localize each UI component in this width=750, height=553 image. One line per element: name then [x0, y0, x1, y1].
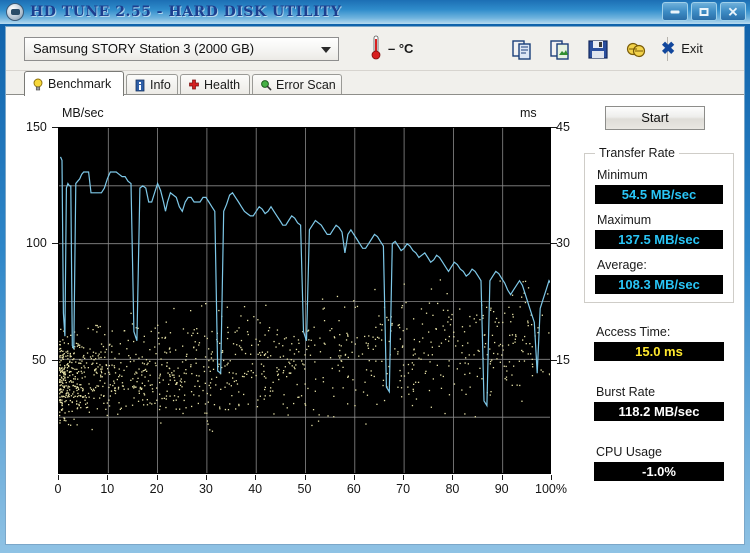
access-time-block: Access Time: 15.0 ms: [594, 325, 724, 370]
y-tick-left-100: 100: [26, 236, 47, 250]
plot-canvas: [58, 127, 551, 474]
temperature-display: – °C: [366, 35, 446, 63]
tab-benchmark[interactable]: Benchmark: [24, 71, 124, 96]
x-tick-label-10: 10: [100, 482, 115, 496]
tab-info[interactable]: Info: [126, 74, 178, 95]
copy-image-icon[interactable]: [549, 38, 571, 60]
close-button[interactable]: ✕: [720, 2, 746, 21]
drive-select-value: Samsung STORY Station 3 (2000 GB): [33, 41, 255, 56]
transfer-rate-title: Transfer Rate: [595, 146, 679, 160]
burst-rate-value: 118.2 MB/sec: [594, 402, 724, 421]
drive-select[interactable]: Samsung STORY Station 3 (2000 GB): [24, 37, 339, 61]
x-tickmark-70: [403, 475, 405, 480]
x-tick-label-100: 100%: [535, 482, 567, 496]
tab-health[interactable]: Health: [180, 74, 250, 95]
thermometer-icon: [371, 35, 381, 60]
close-x-icon: ✖: [661, 38, 676, 58]
x-tick-label-90: 90: [494, 482, 509, 496]
maximum-label: Maximum: [597, 213, 652, 227]
tab-error-scan-label: Error Scan: [276, 78, 336, 92]
x-tick-label-80: 80: [445, 482, 460, 496]
x-tickmark-90: [501, 475, 503, 480]
x-tickmark-10: [107, 475, 109, 480]
tab-benchmark-label: Benchmark: [48, 77, 112, 91]
transfer-rate-group: Transfer Rate Minimum 54.5 MB/sec Maximu…: [584, 146, 734, 303]
info-icon: [135, 79, 145, 91]
burst-rate-block: Burst Rate 118.2 MB/sec: [594, 385, 724, 430]
temperature-value: – °C: [388, 41, 414, 56]
title-bar: HD TUNE 2.55 - HARD DISK UTILITY ✕: [0, 0, 750, 24]
globe-icon[interactable]: [625, 38, 647, 60]
y-tick-left-150: 150: [26, 120, 47, 134]
magnifier-icon: [261, 79, 272, 90]
x-tick-label-0: 0: [54, 482, 62, 496]
toolbar: Samsung STORY Station 3 (2000 GB) – °C ✖…: [6, 27, 744, 71]
y-tick-left-50: 50: [32, 353, 46, 367]
save-icon[interactable]: [587, 38, 609, 60]
x-tickmark-80: [452, 475, 454, 480]
app-icon: [6, 3, 24, 21]
x-tickmark-100: [551, 475, 552, 480]
x-tickmark-20: [156, 475, 158, 480]
copy-icon[interactable]: [511, 38, 533, 60]
tab-bar: Benchmark Info Health Error Scan: [6, 71, 744, 96]
x-tick-label-20: 20: [149, 482, 164, 496]
y-axis-label-right: ms: [520, 106, 537, 120]
x-tickmark-50: [304, 475, 306, 480]
y-tickmark-right-45: [551, 127, 557, 128]
client-area: Samsung STORY Station 3 (2000 GB) – °C ✖…: [5, 26, 745, 545]
benchmark-panel: MB/sec ms 150 100 50 45 30 15 0 10 20 30…: [6, 95, 744, 544]
y-axis-label-left: MB/sec: [62, 106, 104, 120]
start-button[interactable]: Start: [605, 106, 705, 130]
access-time-value: 15.0 ms: [594, 342, 724, 361]
plot-svg: [59, 128, 550, 473]
health-cross-icon: [189, 79, 199, 89]
x-tick-label-30: 30: [198, 482, 213, 496]
benchmark-chart: MB/sec ms 150 100 50 45 30 15 0 10 20 30…: [18, 101, 570, 531]
tab-health-label: Health: [204, 78, 241, 92]
minimum-value: 54.5 MB/sec: [595, 185, 723, 204]
y-tick-right-15: 15: [556, 353, 570, 367]
maximum-value: 137.5 MB/sec: [595, 230, 723, 249]
y-tick-right-45: 45: [556, 120, 570, 134]
cpu-usage-value: -1.0%: [594, 462, 724, 481]
maximize-button[interactable]: [691, 2, 717, 21]
average-value: 108.3 MB/sec: [595, 275, 723, 294]
tab-info-label: Info: [150, 78, 171, 92]
access-time-label: Access Time:: [596, 325, 671, 339]
hd-tune-window: HD TUNE 2.55 - HARD DISK UTILITY ✕ Samsu…: [0, 0, 750, 553]
x-tick-label-40: 40: [248, 482, 263, 496]
bulb-icon: [33, 78, 43, 90]
minimize-button[interactable]: [662, 2, 688, 21]
x-tick-label-50: 50: [297, 482, 312, 496]
x-tickmark-30: [205, 475, 207, 480]
exit-label: Exit: [681, 40, 703, 56]
tab-error-scan[interactable]: Error Scan: [252, 74, 342, 95]
x-tick-label-70: 70: [396, 482, 411, 496]
results-panel: Start Transfer Rate Minimum 54.5 MB/sec …: [578, 95, 744, 544]
exit-button[interactable]: ✖ Exit: [661, 38, 703, 58]
y-tick-right-30: 30: [556, 236, 570, 250]
burst-rate-label: Burst Rate: [596, 385, 656, 399]
x-tickmark-40: [255, 475, 257, 480]
y-tickmark-right-30: [551, 243, 557, 244]
y-tickmark-right-15: [551, 360, 557, 361]
minimum-label: Minimum: [597, 168, 648, 182]
window-title: HD TUNE 2.55 - HARD DISK UTILITY: [30, 4, 342, 20]
window-controls: ✕: [662, 2, 746, 22]
x-tickmark-60: [353, 475, 355, 480]
cpu-usage-block: CPU Usage -1.0%: [594, 445, 724, 490]
x-tickmark-0: [58, 475, 59, 480]
chevron-down-icon: [321, 47, 331, 53]
x-tick-label-60: 60: [346, 482, 361, 496]
average-label: Average:: [597, 258, 647, 272]
cpu-usage-label: CPU Usage: [596, 445, 662, 459]
toolbar-icons: [511, 35, 672, 63]
